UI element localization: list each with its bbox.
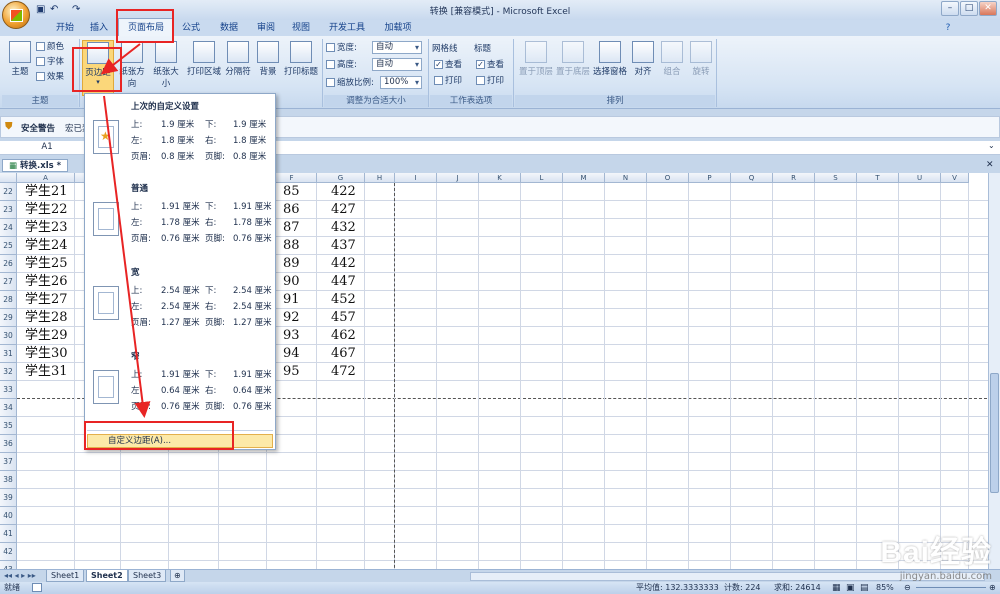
annotation-arrows [100, 43, 151, 418]
